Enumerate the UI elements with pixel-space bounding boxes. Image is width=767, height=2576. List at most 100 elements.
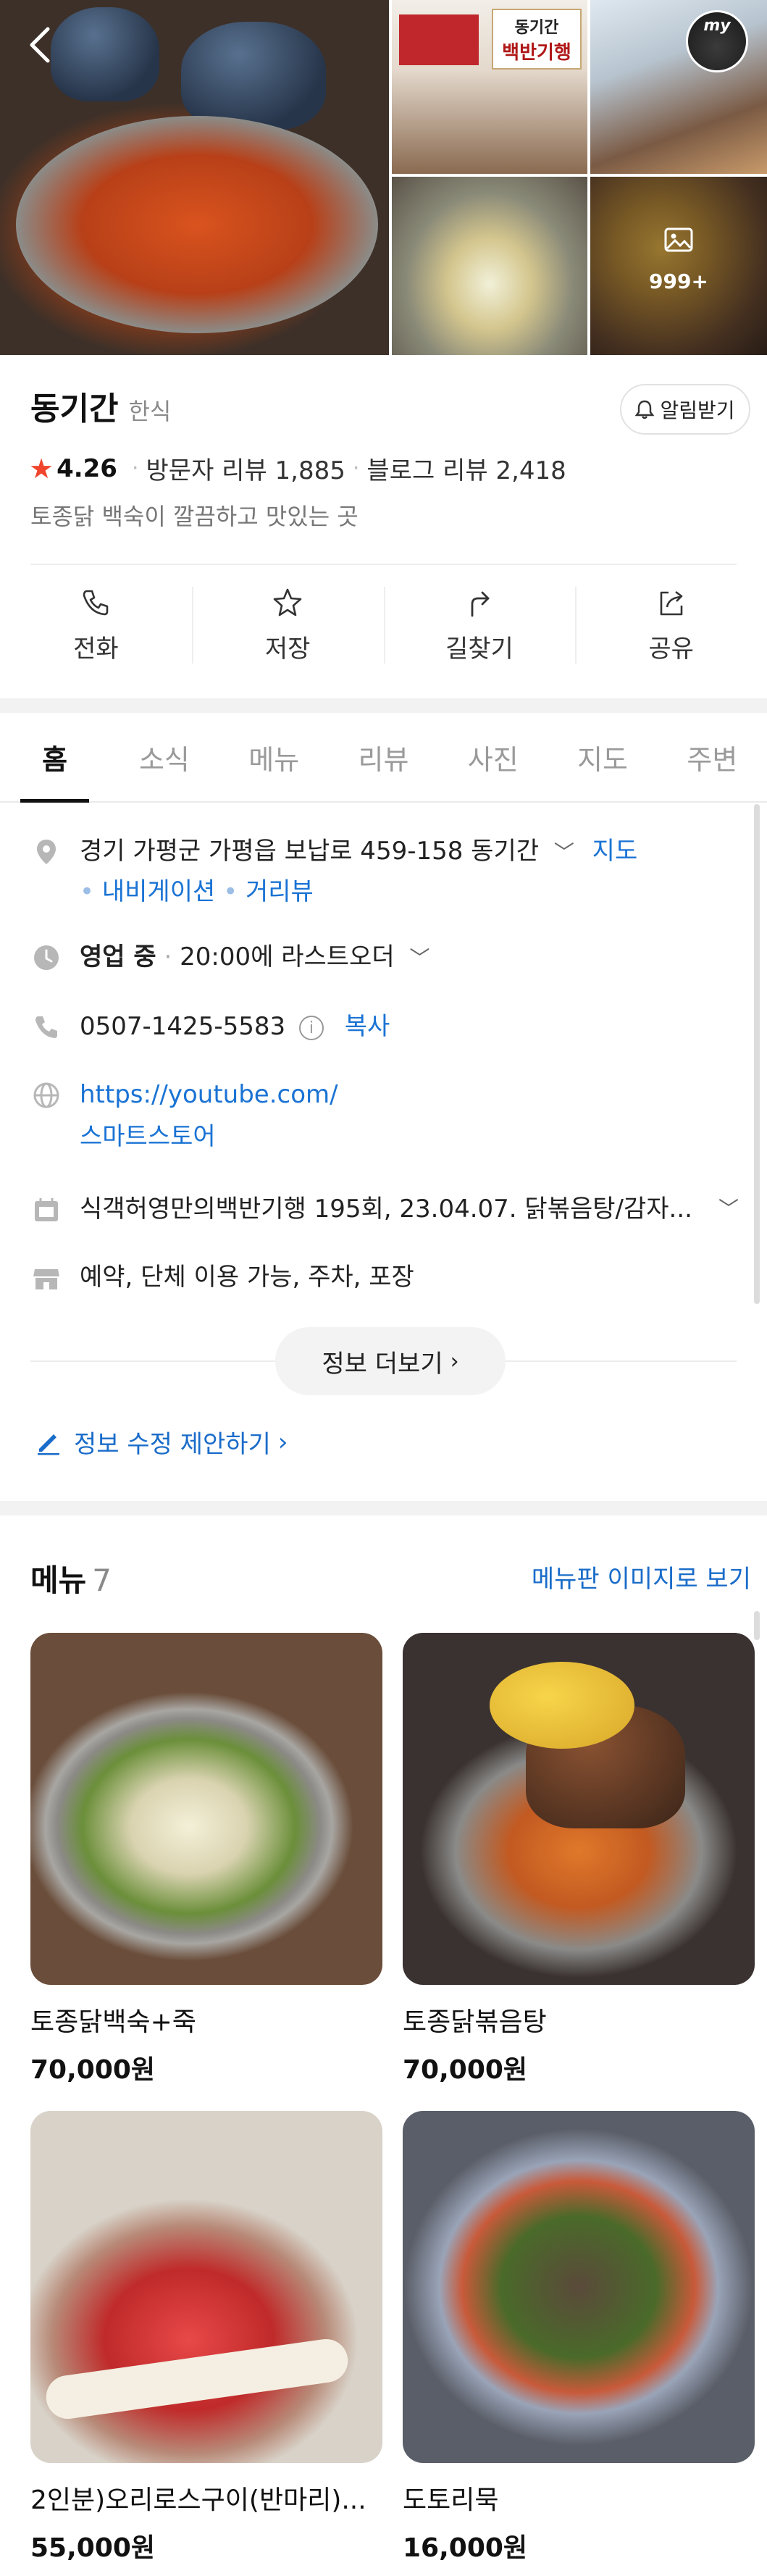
tab-menu[interactable]: 메뉴 [219, 713, 329, 801]
alarm-label: 알림받기 [660, 398, 735, 422]
scrollbar[interactable] [754, 804, 760, 1304]
tv-banner: 동기간 백반기행 [492, 9, 582, 70]
tab-photos[interactable]: 사진 [438, 713, 548, 801]
menu-item-photo [30, 1633, 382, 1985]
menu-item-name: 토종닭볶음탕 [403, 2007, 547, 2037]
menu-image-link[interactable]: 메뉴판 이미지로 보기 [532, 1559, 751, 1594]
amenities-row: 예약, 단체 이용 가능, 주차, 포장 [32, 1256, 414, 1298]
divider [30, 564, 737, 565]
pencil-icon [38, 1434, 59, 1455]
chevron-down-icon[interactable]: ﹀ [554, 840, 574, 864]
earthen-jar [181, 22, 326, 130]
photo-count: 999+ [649, 269, 708, 293]
menu-item-price: 55,000원 [30, 2533, 156, 2563]
hours-row[interactable]: 영업 중 · 20:00에 라스트오더 ﹀ [32, 936, 429, 979]
action-bar: 전화 저장 길찾기 공유 [0, 571, 767, 679]
menu-item[interactable]: 토종닭백숙+죽 70,000원 [30, 1633, 382, 2086]
website-row: https://youtube.com/ 스마트스토어 [32, 1074, 338, 1158]
menu-item-photo [30, 2111, 382, 2463]
tab-news[interactable]: 소식 [109, 713, 219, 801]
star-icon [273, 588, 302, 616]
media-row[interactable]: 식객허영만의백반기행 195회, 23.04.07. 닭볶음탕/감자... ﹀ [32, 1188, 739, 1230]
phone-icon [83, 590, 109, 615]
rating-row: ★ 4.26 · 방문자 리뷰 1,885 · 블로그 리뷰 2,418 [29, 451, 566, 486]
place-title: 동기간 한식 [30, 382, 171, 429]
menu-item[interactable]: 2인분)오리로스구이(반마리)... 55,000원 [30, 2111, 382, 2564]
place-category: 한식 [128, 398, 172, 425]
store-icon [33, 1269, 59, 1289]
directions-icon [471, 591, 490, 616]
stew-pot [16, 116, 378, 333]
address-text: 경기 가평군 가평읍 보납로 459-158 동기간 [80, 837, 540, 866]
menu-item[interactable]: 토종닭볶음탕 70,000원 [403, 1633, 755, 2086]
chevron-down-icon[interactable]: ﹀ [409, 946, 429, 970]
more-info-button[interactable]: 정보 더보기 › [275, 1327, 506, 1395]
rating-star-icon: ★ [29, 452, 54, 485]
phone-row: 0507-1425-5583 i 복사 [32, 1005, 390, 1047]
menu-item-name: 토종닭백숙+죽 [30, 2007, 196, 2037]
tab-nearby[interactable]: 주변 [658, 713, 767, 801]
amenities-text: 예약, 단체 이용 가능, 주차, 포장 [80, 1263, 414, 1292]
copy-button[interactable]: 복사 [345, 1012, 390, 1041]
phone-number[interactable]: 0507-1425-5583 [80, 1012, 285, 1041]
scrollbar[interactable] [754, 1611, 760, 1640]
smartstore-link[interactable]: 스마트스토어 [80, 1116, 338, 1158]
map-link[interactable]: 지도 [592, 837, 638, 866]
tv-logo [399, 14, 479, 65]
menu-item-price: 16,000원 [403, 2533, 528, 2563]
save-button[interactable]: 저장 [191, 571, 384, 679]
menu-count: 7 [92, 1563, 112, 1598]
phone-icon [35, 1016, 57, 1038]
section-gap [0, 698, 767, 713]
menu-item-name: 도토리묵 [403, 2485, 499, 2515]
visitor-reviews-link[interactable]: 방문자 리뷰 1,885 [146, 451, 345, 486]
tab-reviews[interactable]: 리뷰 [329, 713, 438, 801]
info-icon[interactable]: i [298, 1015, 324, 1040]
edit-suggest-link[interactable]: 정보 수정 제안하기 › [35, 1424, 288, 1460]
menu-item[interactable]: 도토리묵 16,000원 [403, 2111, 755, 2564]
menu-item-photo [403, 1633, 755, 1985]
street-view-link[interactable]: 거리뷰 [246, 877, 314, 906]
photo-icon [664, 227, 693, 252]
tab-bar: 홈 소식 메뉴 리뷰 사진 지도 주변 [0, 713, 767, 803]
tv-show-photo[interactable]: 동기간 백반기행 [392, 0, 587, 174]
menu-section-title: 메뉴 7 [30, 1563, 112, 1598]
section-gap [0, 1501, 767, 1515]
menu-item-name: 2인분)오리로스구이(반마리)... [30, 2485, 366, 2515]
main-photo[interactable] [0, 0, 389, 355]
chevron-down-icon[interactable]: ﹀ [718, 1188, 739, 1230]
blog-reviews-link[interactable]: 블로그 리뷰 2,418 [366, 451, 566, 486]
my-profile-button[interactable]: my [686, 10, 748, 72]
soup-photo[interactable] [392, 177, 587, 355]
directions-button[interactable]: 길찾기 [383, 571, 576, 679]
globe-icon [33, 1082, 59, 1108]
alarm-button[interactable]: 알림받기 [620, 384, 750, 435]
back-arrow-icon[interactable] [26, 26, 55, 64]
share-button[interactable]: 공유 [575, 571, 767, 679]
place-name: 동기간 [30, 390, 119, 427]
menu-item-photo [403, 2111, 755, 2463]
chevron-right-icon: › [450, 1348, 459, 1374]
location-pin-icon [37, 840, 56, 864]
chevron-right-icon: › [277, 1427, 288, 1457]
share-icon [660, 590, 682, 615]
open-status: 영업 중 [80, 942, 156, 971]
call-button[interactable]: 전화 [0, 571, 192, 679]
photo-gallery[interactable]: 동기간 백반기행 999+ my [0, 0, 767, 355]
place-description: 토종닭 백숙이 깔끔하고 맛있는 곳 [30, 503, 359, 530]
address-row: 경기 가평군 가평읍 보납로 459-158 동기간 ﹀ 지도 • 내비게이션 … [32, 830, 637, 910]
earthen-jar [51, 7, 159, 101]
menu-item-price: 70,000원 [403, 2055, 528, 2085]
bell-icon [635, 400, 655, 419]
more-photos-tile[interactable]: 999+ [590, 177, 767, 355]
navigation-link[interactable]: 내비게이션 [102, 877, 215, 906]
clock-icon [34, 945, 59, 970]
media-appearance: 식객허영만의백반기행 195회, 23.04.07. 닭볶음탕/감자... [80, 1195, 692, 1224]
rating-value: 4.26 [56, 453, 117, 483]
last-order: 20:00에 라스트오더 [180, 942, 395, 971]
menu-item-price: 70,000원 [30, 2055, 156, 2085]
website-link[interactable]: https://youtube.com/ [80, 1074, 338, 1116]
tab-home[interactable]: 홈 [0, 713, 109, 803]
tv-icon [35, 1198, 58, 1221]
tab-map[interactable]: 지도 [548, 713, 657, 801]
